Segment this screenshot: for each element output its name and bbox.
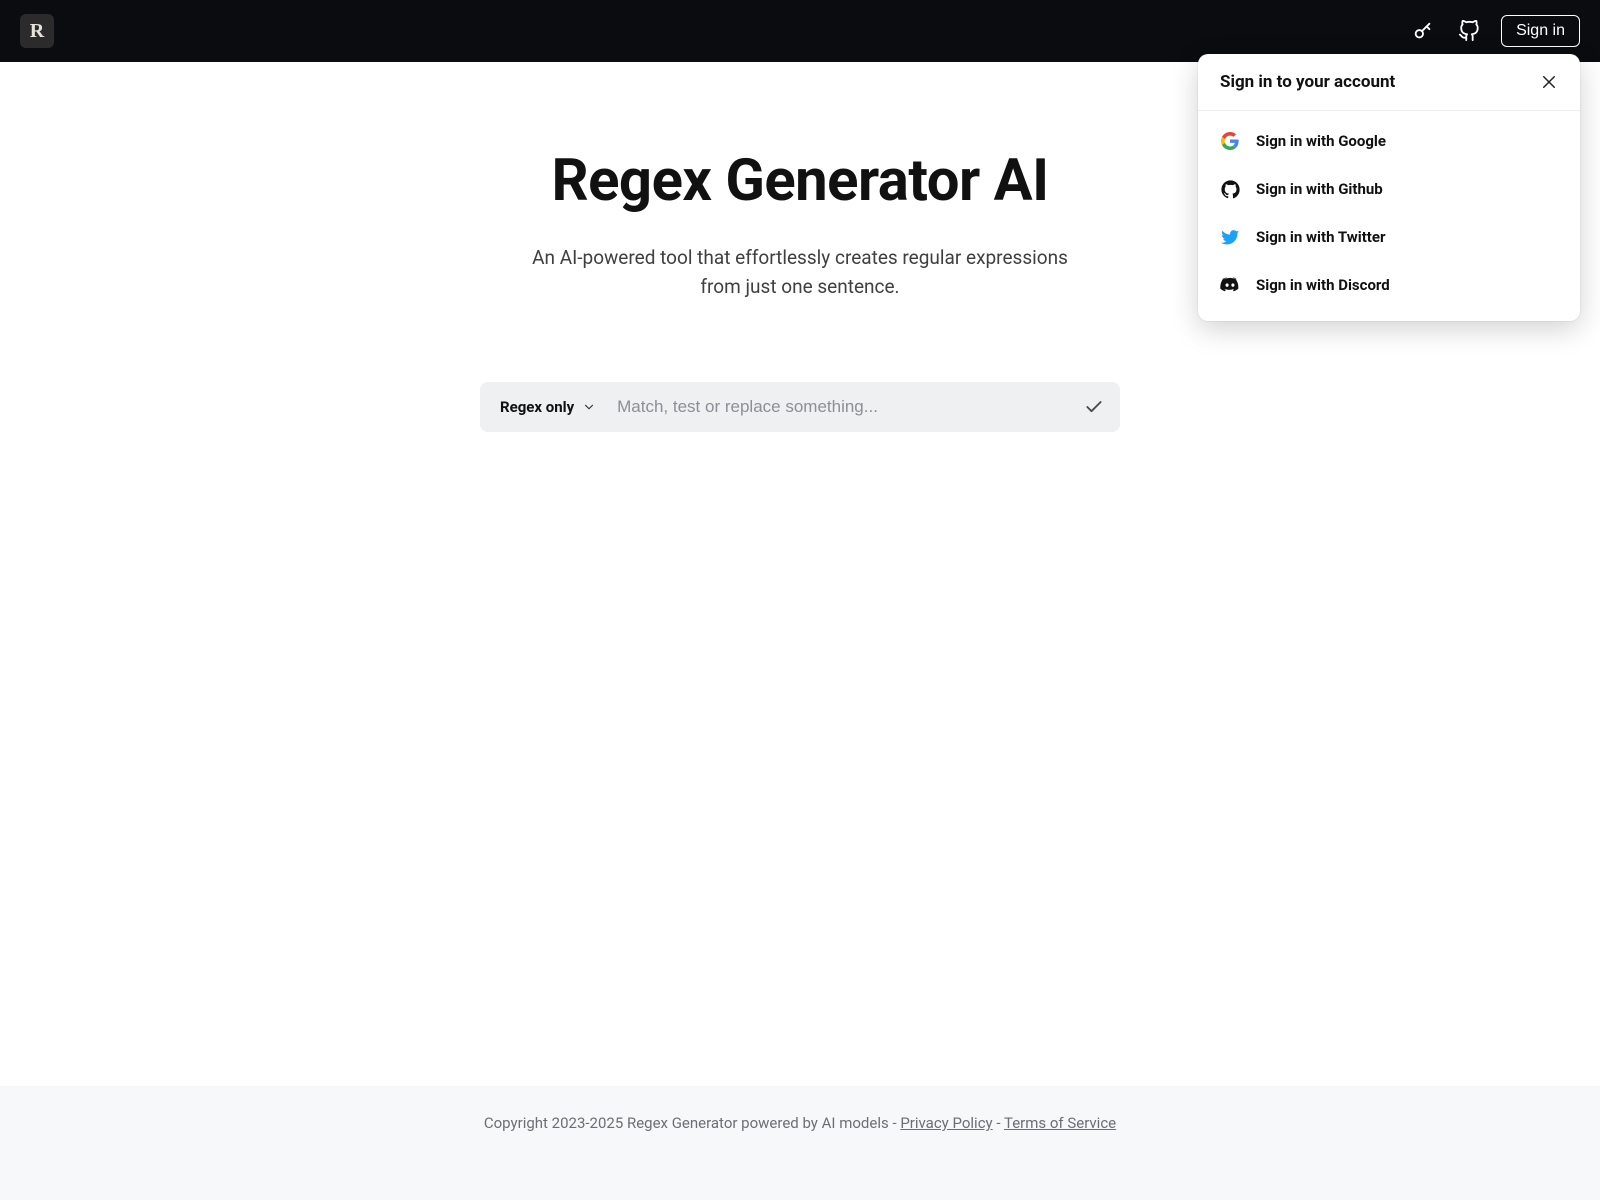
signin-option-twitter[interactable]: Sign in with Twitter	[1208, 213, 1570, 261]
app-logo[interactable]: R	[20, 14, 54, 48]
signin-options: Sign in with Google Sign in with Github …	[1198, 111, 1580, 321]
footer: Copyright 2023-2025 Regex Generator powe…	[0, 1086, 1600, 1200]
page-subtitle: An AI-powered tool that effortlessly cre…	[520, 243, 1080, 302]
discord-icon	[1220, 275, 1240, 295]
signin-option-discord[interactable]: Sign in with Discord	[1208, 261, 1570, 309]
signin-button[interactable]: Sign in	[1501, 15, 1580, 47]
signin-option-google[interactable]: Sign in with Google	[1208, 117, 1570, 165]
app-header: R Sign in	[0, 0, 1600, 62]
github-icon	[1220, 179, 1240, 199]
submit-button[interactable]	[1078, 391, 1110, 423]
github-link-icon[interactable]	[1455, 17, 1483, 45]
close-button[interactable]	[1540, 73, 1558, 91]
mode-select-label: Regex only	[500, 398, 574, 416]
prompt-input[interactable]	[611, 397, 1078, 417]
prompt-bar: Regex only	[480, 382, 1120, 432]
check-icon	[1084, 397, 1104, 417]
footer-privacy-link[interactable]: Privacy Policy	[900, 1114, 992, 1132]
close-icon	[1540, 73, 1558, 91]
signin-option-label: Sign in with Github	[1256, 180, 1383, 198]
signin-option-label: Sign in with Google	[1256, 132, 1386, 150]
footer-terms-link[interactable]: Terms of Service	[1004, 1114, 1116, 1132]
api-key-icon[interactable]	[1409, 17, 1437, 45]
mode-select[interactable]: Regex only	[480, 382, 611, 432]
google-icon	[1220, 131, 1240, 151]
header-actions: Sign in	[1409, 15, 1580, 47]
signin-option-github[interactable]: Sign in with Github	[1208, 165, 1570, 213]
signin-option-label: Sign in with Twitter	[1256, 228, 1385, 246]
signin-panel-title: Sign in to your account	[1220, 72, 1395, 92]
signin-panel-header: Sign in to your account	[1198, 54, 1580, 111]
footer-sep: -	[996, 1114, 1004, 1132]
chevron-down-icon	[582, 400, 596, 414]
app-logo-letter: R	[30, 20, 44, 43]
signin-panel: Sign in to your account Sign in with Goo…	[1198, 54, 1580, 321]
footer-copyright: Copyright 2023-2025 Regex Generator powe…	[484, 1114, 900, 1132]
twitter-icon	[1220, 227, 1240, 247]
signin-option-label: Sign in with Discord	[1256, 276, 1390, 294]
